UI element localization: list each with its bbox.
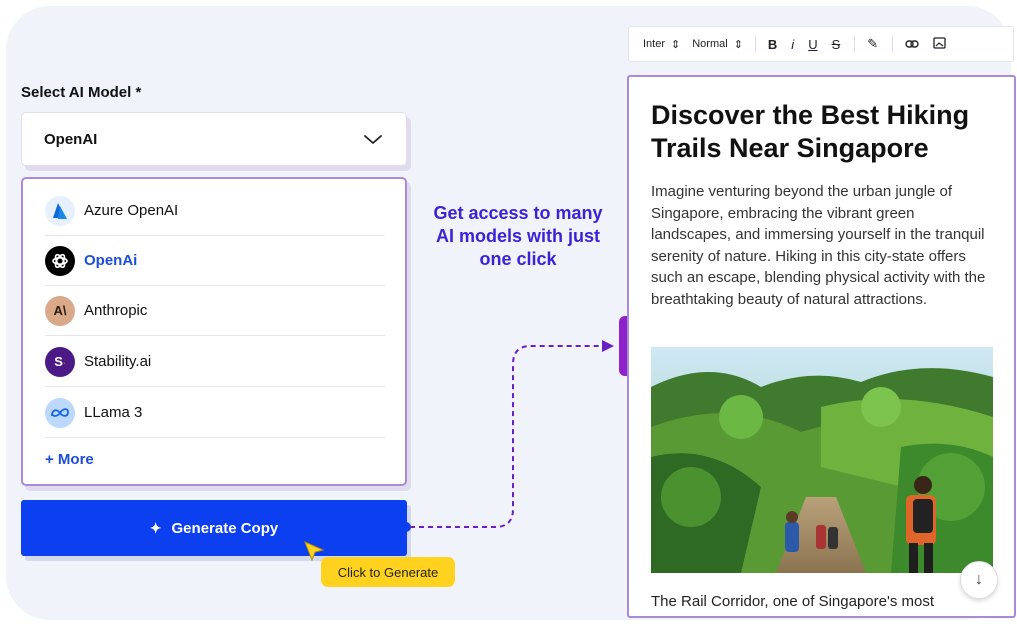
font-select[interactable]: Inter ⇕ [643,38,680,51]
image-icon[interactable] [933,36,946,52]
select-model-label: Select AI Model * [21,84,142,101]
article-footer-text: The Rail Corridor, one of Singapore's mo… [651,593,935,610]
callout-text: Get access to many AI models with just o… [433,203,603,269]
model-option-label: LLama 3 [84,404,143,421]
article-body: Imagine venturing beyond the urban jungl… [651,183,986,308]
model-option-openai[interactable]: OpenAi [45,236,385,286]
more-models-link[interactable]: + More [45,451,94,468]
divider [854,36,856,52]
editor-preview[interactable]: Discover the Best Hiking Trails Near Sin… [627,75,1016,618]
model-option-label: Azure OpenAI [84,202,179,219]
arrow-down-icon: ↓ [975,571,983,588]
style-select-value: Normal [692,38,728,50]
updown-icon: ⇕ [671,38,681,51]
model-option-llama[interactable]: LLama 3 [45,388,385,438]
italic-button[interactable]: i [791,37,794,52]
azure-logo-icon [45,195,75,226]
model-select[interactable]: OpenAI [21,112,407,166]
anthropic-logo-icon: A\ [45,295,75,326]
model-option-label: Anthropic [84,302,148,319]
link-icon[interactable] [905,37,919,52]
model-option-anthropic[interactable]: A\ Anthropic [45,286,385,336]
model-option-azure[interactable]: Azure OpenAI [45,186,385,236]
model-option-stability[interactable]: S. Stability.ai [45,337,385,387]
model-option-label: OpenAi [84,252,138,269]
article-title: Discover the Best Hiking Trails Near Sin… [651,100,970,163]
editor-toolbar: Inter ⇕ Normal ⇕ B i U S ✎ [628,26,1014,62]
divider [892,36,894,52]
chevron-down-icon [364,135,382,144]
click-to-generate-tooltip: Click to Generate [321,557,455,587]
highlight-icon[interactable]: ✎ [867,36,878,52]
model-select-value: OpenAI [44,130,98,148]
hiking-photo [651,347,993,573]
model-dropdown: Azure OpenAI OpenAi A\ Anthropic S. Stab… [21,177,407,486]
generate-copy-label: Generate Copy [171,519,279,537]
stability-logo-icon: S. [45,346,75,377]
meta-logo-icon [45,397,75,428]
font-select-value: Inter [643,38,666,50]
underline-button[interactable]: U [808,37,817,52]
scroll-down-button[interactable]: ↓ [960,561,998,599]
generate-copy-button[interactable]: ✦ Generate Copy [21,500,407,556]
sparkle-icon: ✦ [149,519,162,536]
bold-button[interactable]: B [768,37,777,52]
divider [754,36,756,52]
model-option-label: Stability.ai [84,353,152,370]
openai-logo-icon [45,245,75,276]
updown-icon: ⇕ [733,38,743,51]
style-select[interactable]: Normal ⇕ [692,38,743,51]
strikethrough-button[interactable]: S [832,37,841,52]
